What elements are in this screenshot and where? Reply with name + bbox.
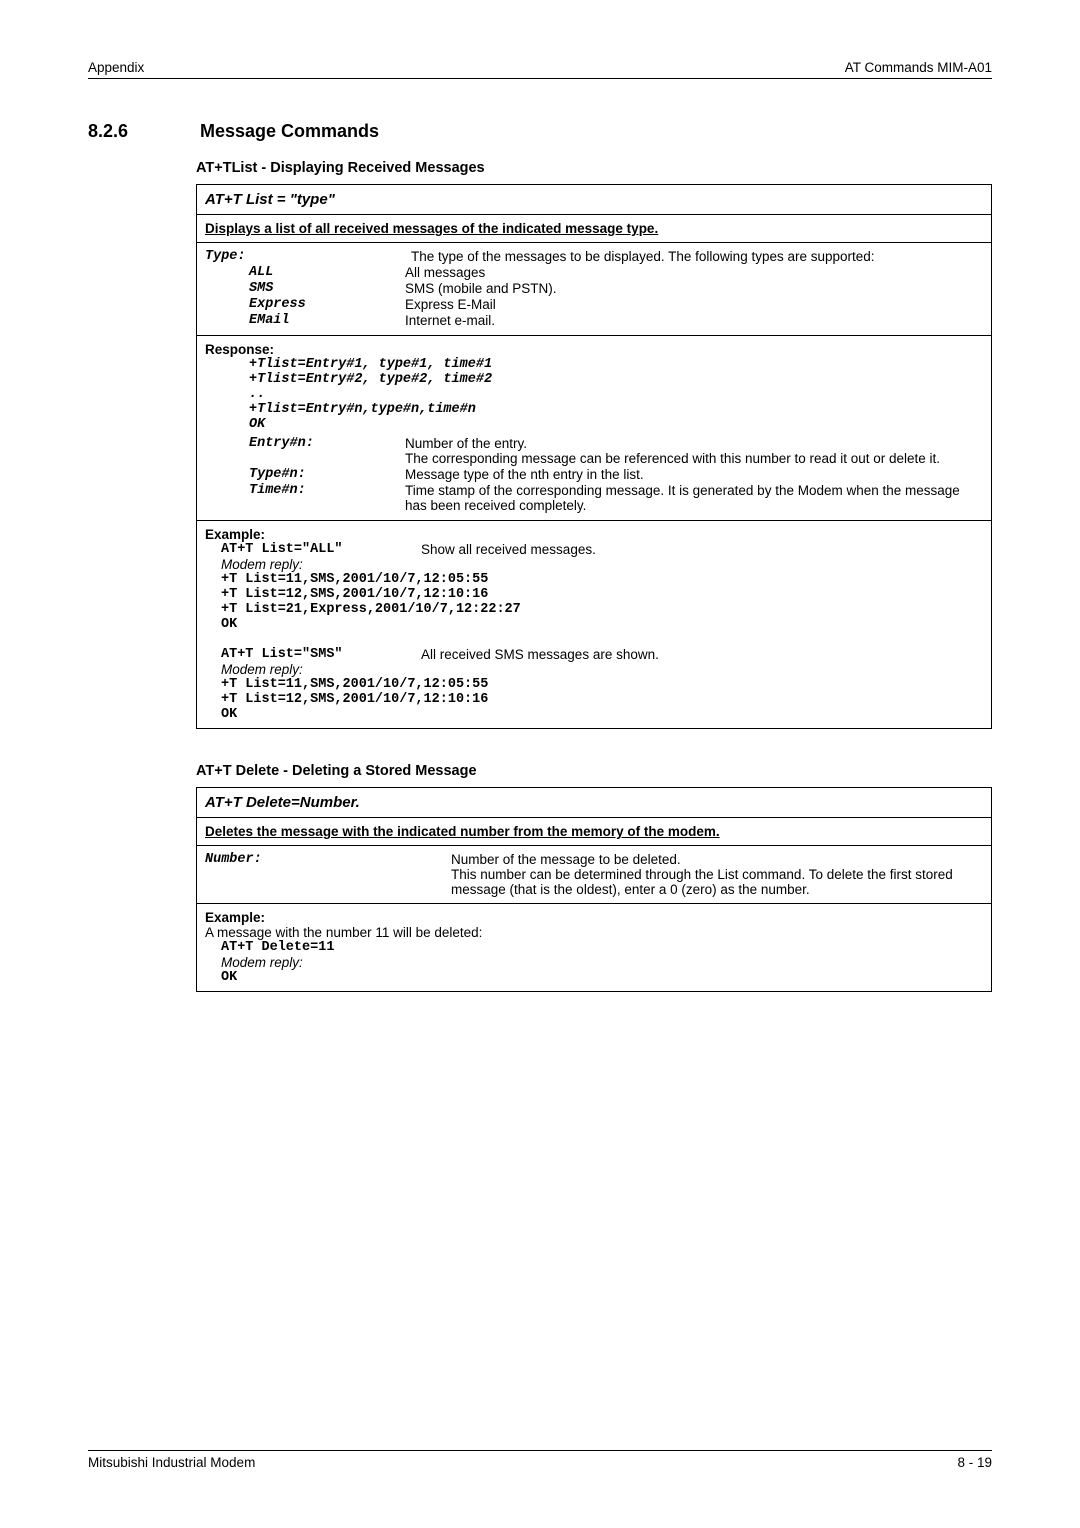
- tlist-example-row: Example: AT+T List="ALL" Show all receiv…: [197, 521, 991, 728]
- tdel-ex-ok: OK: [221, 970, 983, 985]
- tdel-box: AT+T Delete=Number. Deletes the message …: [196, 787, 992, 992]
- type-email-val: Internet e-mail.: [405, 313, 983, 328]
- page-header: Appendix AT Commands MIM-A01: [88, 60, 992, 79]
- resp-line-4: OK: [249, 417, 983, 432]
- ex1-modem-reply: Modem reply:: [221, 557, 983, 572]
- header-right: AT Commands MIM-A01: [845, 60, 992, 75]
- ex2-line-2: OK: [221, 707, 983, 722]
- tlist-example-label: Example:: [205, 527, 983, 542]
- tdel-desc: Deletes the message with the indicated n…: [197, 818, 991, 846]
- typen-val: Message type of the nth entry in the lis…: [405, 467, 983, 482]
- entryn-val: Number of the entry. The corresponding m…: [405, 436, 983, 466]
- tdel-example-row: Example: A message with the number 11 wi…: [197, 904, 991, 991]
- ex2-line-1: +T List=12,SMS,2001/10/7,12:10:16: [221, 692, 983, 707]
- ex1-cmd: AT+T List="ALL": [221, 542, 421, 557]
- footer-left: Mitsubishi Industrial Modem: [88, 1455, 255, 1470]
- ex1-line-0: +T List=11,SMS,2001/10/7,12:05:55: [221, 572, 983, 587]
- ex2-modem-reply: Modem reply:: [221, 662, 983, 677]
- ex1-line-2: +T List=21,Express,2001/10/7,12:22:27: [221, 602, 983, 617]
- resp-line-3: +Tlist=Entry#n,type#n,time#n: [249, 402, 983, 417]
- tlist-desc: Displays a list of all received messages…: [197, 215, 991, 243]
- tlist-response-row: Response: +Tlist=Entry#1, type#1, time#1…: [197, 336, 991, 521]
- ex1-line-3: OK: [221, 617, 983, 632]
- ex2-cmd: AT+T List="SMS": [221, 647, 421, 662]
- footer-right: 8 - 19: [957, 1455, 992, 1470]
- tdel-ex-cmd: AT+T Delete=11: [221, 940, 983, 955]
- tdel-ex-intro: A message with the number 11 will be del…: [205, 925, 983, 940]
- timen-val: Time stamp of the corresponding message.…: [405, 483, 983, 513]
- section-title-text: Message Commands: [200, 121, 379, 142]
- tdel-subtitle: AT+T Delete - Deleting a Stored Message: [196, 763, 992, 779]
- tlist-subtitle: AT+TList - Displaying Received Messages: [196, 160, 992, 176]
- ex1-desc: Show all received messages.: [421, 542, 596, 557]
- page-footer: Mitsubishi Industrial Modem 8 - 19: [88, 1450, 992, 1470]
- tdel-number-row: Number: Number of the message to be dele…: [197, 846, 991, 904]
- type-all-key: ALL: [249, 265, 405, 280]
- header-left: Appendix: [88, 60, 144, 75]
- ex2-line-0: +T List=11,SMS,2001/10/7,12:05:55: [221, 677, 983, 692]
- number-label: Number:: [205, 852, 451, 867]
- type-sms-val: SMS (mobile and PSTN).: [405, 281, 983, 296]
- type-label: Type:: [205, 249, 411, 264]
- type-express-key: Express: [249, 297, 405, 312]
- type-all-val: All messages: [405, 265, 983, 280]
- tdel-modem-reply: Modem reply:: [221, 955, 983, 970]
- type-express-val: Express E-Mail: [405, 297, 983, 312]
- response-label: Response:: [205, 342, 983, 357]
- tdel-example-label: Example:: [205, 910, 983, 925]
- tlist-cmd: AT+T List = "type": [197, 185, 991, 215]
- tlist-box: AT+T List = "type" Displays a list of al…: [196, 184, 992, 729]
- number-desc: Number of the message to be deleted. Thi…: [451, 852, 983, 897]
- tdel-cmd: AT+T Delete=Number.: [197, 788, 991, 818]
- section-heading: 8.2.6 Message Commands: [88, 121, 992, 142]
- type-email-key: EMail: [249, 313, 405, 328]
- resp-line-0: +Tlist=Entry#1, type#1, time#1: [249, 357, 983, 372]
- typen-key: Type#n:: [249, 467, 405, 482]
- section-number: 8.2.6: [88, 121, 144, 142]
- entryn-key: Entry#n:: [249, 436, 405, 451]
- timen-key: Time#n:: [249, 483, 405, 498]
- resp-line-2: ..: [249, 387, 983, 402]
- ex1-line-1: +T List=12,SMS,2001/10/7,12:10:16: [221, 587, 983, 602]
- tlist-type-row: Type: The type of the messages to be dis…: [197, 243, 991, 336]
- type-desc: The type of the messages to be displayed…: [411, 249, 983, 264]
- type-sms-key: SMS: [249, 281, 405, 296]
- resp-line-1: +Tlist=Entry#2, type#2, time#2: [249, 372, 983, 387]
- ex2-desc: All received SMS messages are shown.: [421, 647, 659, 662]
